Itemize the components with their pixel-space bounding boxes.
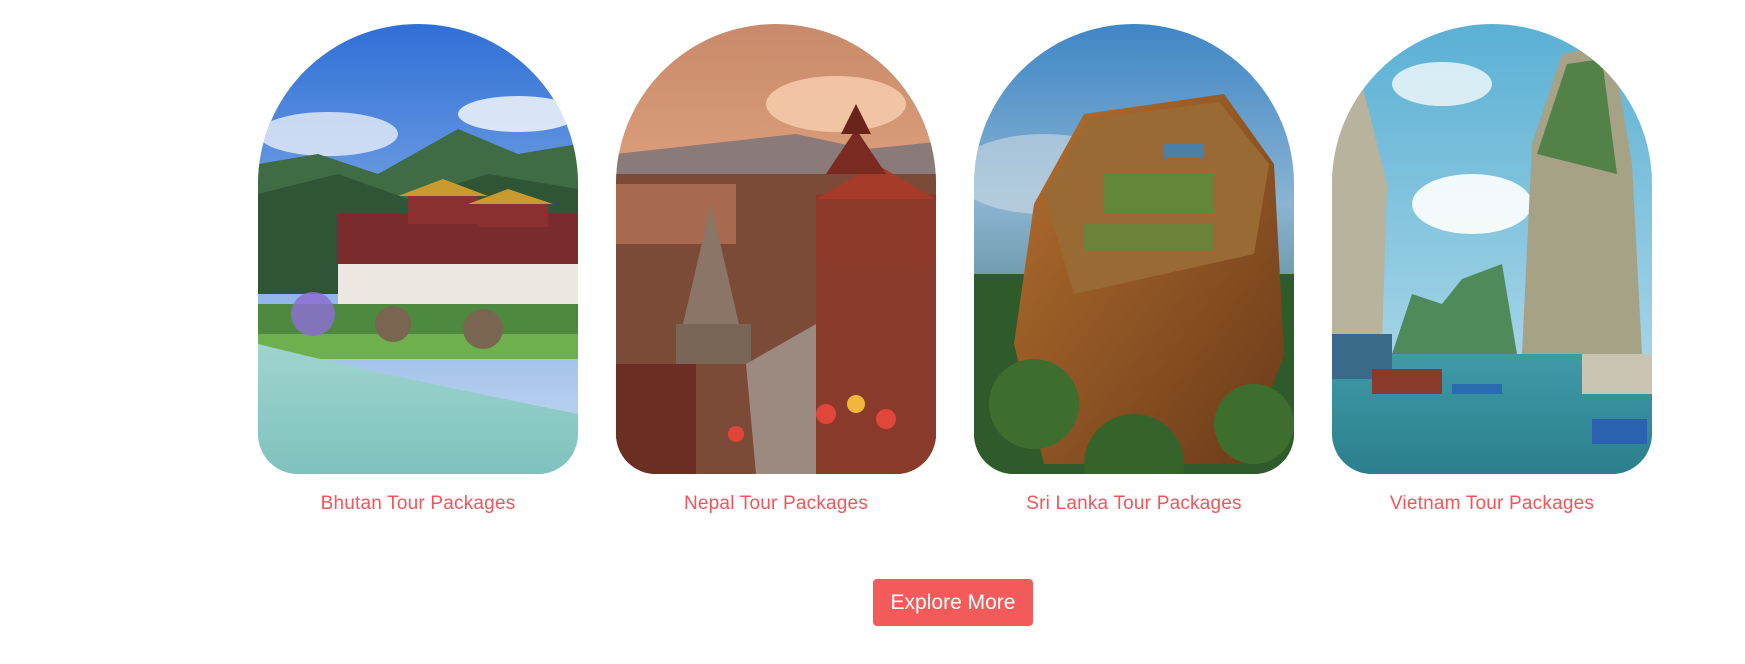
halong-bay-photo[interactable] xyxy=(1332,24,1652,474)
destination-card-vietnam[interactable]: Vietnam Tour Packages xyxy=(1332,24,1652,516)
destination-card-bhutan[interactable]: Bhutan Tour Packages xyxy=(258,24,578,516)
card-label: Bhutan Tour Packages xyxy=(320,493,516,514)
nepal-temple-square-photo[interactable] xyxy=(616,24,936,474)
card-label: Sri Lanka Tour Packages xyxy=(1026,493,1242,514)
card-label: Vietnam Tour Packages xyxy=(1389,493,1595,514)
explore-more-button[interactable]: Explore More xyxy=(873,579,1033,626)
destination-card-nepal[interactable]: Nepal Tour Packages xyxy=(616,24,936,516)
card-label: Nepal Tour Packages xyxy=(683,493,869,514)
destination-grid: Bhutan Tour Packages Nepal Tour Packages… xyxy=(0,0,1745,664)
bhutan-dzong-river-photo[interactable] xyxy=(258,24,578,474)
destination-card-sri-lanka[interactable]: Sri Lanka Tour Packages xyxy=(974,24,1294,516)
sigiriya-rock-photo[interactable] xyxy=(974,24,1294,474)
